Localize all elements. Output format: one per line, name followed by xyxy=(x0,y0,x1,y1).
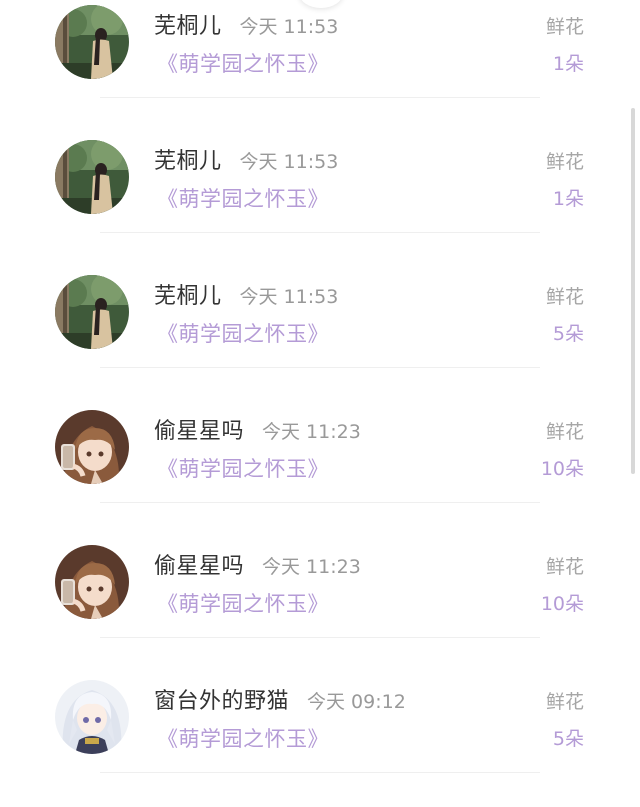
forest-girl-avatar-icon xyxy=(55,140,129,214)
divider xyxy=(100,232,540,233)
name-line: 偷星星吗 今天 11:23 xyxy=(154,413,361,445)
book-title[interactable]: 《萌学园之怀玉》 xyxy=(157,453,329,483)
divider xyxy=(100,97,540,98)
gift-type: 鲜花 xyxy=(545,286,584,308)
divider xyxy=(100,367,540,368)
gift-count: 5朵 xyxy=(552,728,584,750)
avatar[interactable] xyxy=(55,545,129,619)
divider xyxy=(100,502,540,503)
avatar[interactable] xyxy=(55,275,129,349)
avatar[interactable] xyxy=(55,410,129,484)
anime-girl-phone-avatar-icon xyxy=(55,545,129,619)
divider xyxy=(100,637,540,638)
name-line: 芜桐儿 今天 11:53 xyxy=(154,8,338,40)
gift-count: 5朵 xyxy=(552,323,584,345)
gift-count: 10朵 xyxy=(540,458,584,480)
book-title[interactable]: 《萌学园之怀玉》 xyxy=(157,183,329,213)
name-line: 芜桐儿 今天 11:53 xyxy=(154,143,338,175)
gift-count: 1朵 xyxy=(552,53,584,75)
timestamp: 今天 09:12 xyxy=(307,691,406,713)
book-title[interactable]: 《萌学园之怀玉》 xyxy=(157,318,329,348)
gift-type: 鲜花 xyxy=(545,151,584,173)
username[interactable]: 芜桐儿 xyxy=(154,8,222,40)
list-item[interactable]: 芜桐儿 今天 11:53 《萌学园之怀玉》 鲜花 1朵 xyxy=(0,135,640,270)
avatar[interactable] xyxy=(55,680,129,754)
forest-girl-avatar-icon xyxy=(55,5,129,79)
timestamp: 今天 11:23 xyxy=(262,421,361,443)
gift-type: 鲜花 xyxy=(545,421,584,443)
gift-type: 鲜花 xyxy=(545,16,584,38)
avatar[interactable] xyxy=(55,5,129,79)
timestamp: 今天 11:23 xyxy=(262,556,361,578)
list-item[interactable]: 窗台外的野猫 今天 09:12 《萌学园之怀玉》 鲜花 5朵 xyxy=(0,675,640,807)
username[interactable]: 偷星星吗 xyxy=(154,548,244,580)
gift-count: 1朵 xyxy=(552,188,584,210)
forest-girl-avatar-icon xyxy=(55,275,129,349)
timestamp: 今天 11:53 xyxy=(239,16,339,38)
username[interactable]: 芜桐儿 xyxy=(154,278,222,310)
gift-type: 鲜花 xyxy=(545,556,584,578)
list-item[interactable]: 偷星星吗 今天 11:23 《萌学园之怀玉》 鲜花 10朵 xyxy=(0,540,640,675)
book-title[interactable]: 《萌学园之怀玉》 xyxy=(157,723,329,753)
gift-record-screen: 芜桐儿 今天 11:53 《萌学园之怀玉》 鲜花 1朵 芜桐儿 今天 11:53… xyxy=(0,0,640,807)
name-line: 窗台外的野猫 今天 09:12 xyxy=(154,683,406,715)
gift-count: 10朵 xyxy=(540,593,584,615)
name-line: 芜桐儿 今天 11:53 xyxy=(154,278,338,310)
anime-girl-phone-avatar-icon xyxy=(55,410,129,484)
gift-type: 鲜花 xyxy=(545,691,584,713)
name-line: 偷星星吗 今天 11:23 xyxy=(154,548,361,580)
book-title[interactable]: 《萌学园之怀玉》 xyxy=(157,588,329,618)
avatar[interactable] xyxy=(55,140,129,214)
list-item[interactable]: 芜桐儿 今天 11:53 《萌学园之怀玉》 鲜花 5朵 xyxy=(0,270,640,405)
timestamp: 今天 11:53 xyxy=(239,151,339,173)
username[interactable]: 窗台外的野猫 xyxy=(154,683,289,715)
list-item[interactable]: 偷星星吗 今天 11:23 《萌学园之怀玉》 鲜花 10朵 xyxy=(0,405,640,540)
book-title[interactable]: 《萌学园之怀玉》 xyxy=(157,48,329,78)
username[interactable]: 偷星星吗 xyxy=(154,413,244,445)
list-item[interactable]: 芜桐儿 今天 11:53 《萌学园之怀玉》 鲜花 1朵 xyxy=(0,0,640,135)
timestamp: 今天 11:53 xyxy=(239,286,339,308)
scrollbar[interactable] xyxy=(631,108,635,474)
username[interactable]: 芜桐儿 xyxy=(154,143,222,175)
divider xyxy=(100,772,540,773)
white-hair-anime-avatar-icon xyxy=(55,680,129,754)
